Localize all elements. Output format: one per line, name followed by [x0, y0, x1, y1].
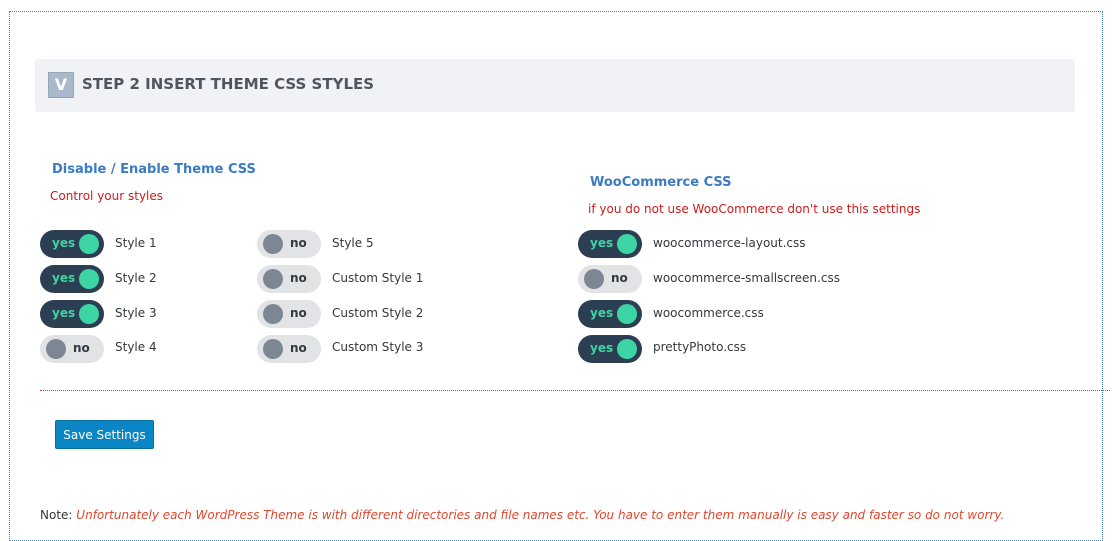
toggle-knob — [617, 304, 637, 324]
option-label-style-3: Style 3 — [115, 306, 157, 320]
step-header: V STEP 2 INSERT THEME CSS STYLES — [35, 59, 1075, 112]
note-prefix: Note: — [40, 508, 73, 522]
toggle-knob — [79, 234, 99, 254]
toggle-state-label: no — [290, 236, 307, 250]
toggle-custom-style-3[interactable]: no — [257, 335, 321, 363]
save-settings-button[interactable]: Save Settings — [55, 420, 154, 449]
toggle-state-label: yes — [590, 236, 614, 250]
toggle-knob — [79, 304, 99, 324]
toggle-custom-style-2[interactable]: no — [257, 300, 321, 328]
toggle-state-label: yes — [590, 341, 614, 355]
toggle-state-label: yes — [52, 306, 76, 320]
toggle-style-4[interactable]: no — [40, 335, 104, 363]
toggle-state-label: yes — [52, 271, 76, 285]
toggle-knob — [263, 339, 283, 359]
option-label-custom-style-1: Custom Style 1 — [332, 271, 424, 285]
step-title: STEP 2 INSERT THEME CSS STYLES — [82, 75, 375, 93]
toggle-knob — [584, 269, 604, 289]
toggle-state-label: no — [290, 341, 307, 355]
woocommerce-css-title: WooCommerce CSS — [590, 175, 732, 190]
toggle-knob — [263, 234, 283, 254]
footer-note: Note: Unfortunately each WordPress Theme… — [40, 508, 1004, 522]
option-label-custom-style-2: Custom Style 2 — [332, 306, 424, 320]
toggle-state-label: no — [73, 341, 90, 355]
toggle-state-label: no — [611, 271, 628, 285]
toggle-style-5[interactable]: no — [257, 230, 321, 258]
step-badge-icon: V — [48, 72, 74, 98]
toggle-style-1[interactable]: yes — [40, 230, 104, 258]
option-label-prettyphoto: prettyPhoto.css — [653, 340, 747, 354]
option-label-style-2: Style 2 — [115, 271, 157, 285]
option-label-style-5: Style 5 — [332, 236, 374, 250]
option-label-style-1: Style 1 — [115, 236, 157, 250]
toggle-state-label: no — [290, 271, 307, 285]
option-label-custom-style-3: Custom Style 3 — [332, 340, 424, 354]
toggle-state-label: no — [290, 306, 307, 320]
toggle-state-label: yes — [52, 236, 76, 250]
woocommerce-css-subtitle: if you do not use WooCommerce don't use … — [588, 202, 921, 216]
toggle-knob — [263, 304, 283, 324]
option-label-woocommerce: woocommerce.css — [653, 306, 764, 320]
toggle-style-3[interactable]: yes — [40, 300, 104, 328]
toggle-knob — [46, 339, 66, 359]
option-label-style-4: Style 4 — [115, 340, 157, 354]
toggle-knob — [617, 339, 637, 359]
option-label-woocommerce-layout: woocommerce-layout.css — [653, 236, 806, 250]
toggle-knob — [263, 269, 283, 289]
toggle-knob — [79, 269, 99, 289]
toggle-style-2[interactable]: yes — [40, 265, 104, 293]
theme-css-title: Disable / Enable Theme CSS — [52, 162, 256, 177]
toggle-woocommerce-smallscreen[interactable]: no — [578, 265, 642, 293]
toggle-custom-style-1[interactable]: no — [257, 265, 321, 293]
section-divider — [40, 390, 1110, 391]
option-label-woocommerce-smallscreen: woocommerce-smallscreen.css — [653, 271, 840, 285]
toggle-woocommerce-layout[interactable]: yes — [578, 230, 642, 258]
theme-css-subtitle: Control your styles — [50, 189, 164, 203]
toggle-prettyphoto[interactable]: yes — [578, 335, 642, 363]
toggle-state-label: yes — [590, 306, 614, 320]
note-text: Unfortunately each WordPress Theme is wi… — [76, 508, 1005, 522]
toggle-woocommerce[interactable]: yes — [578, 300, 642, 328]
toggle-knob — [617, 234, 637, 254]
